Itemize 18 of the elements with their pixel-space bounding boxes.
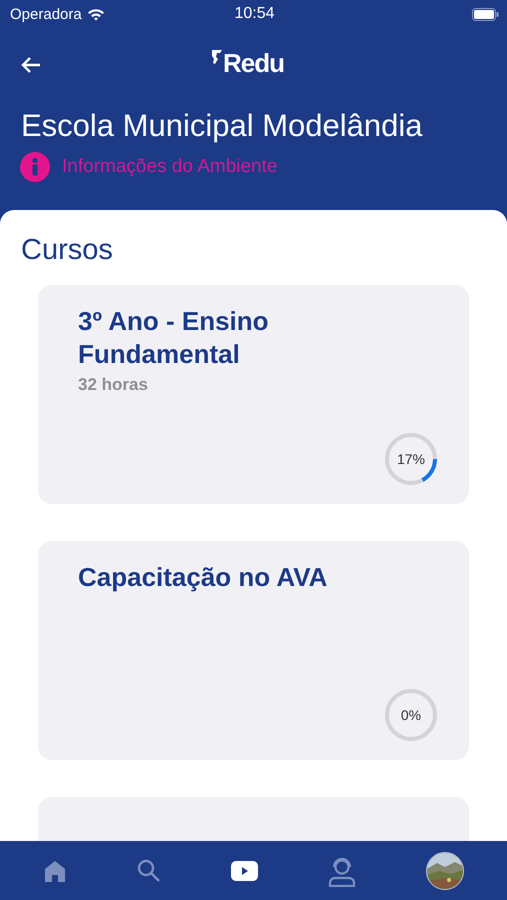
course-title: 3º Ano - Ensino Fundamental bbox=[78, 305, 270, 371]
profile-tab[interactable] bbox=[424, 850, 466, 892]
battery-icon bbox=[472, 8, 499, 20]
wifi-icon bbox=[86, 8, 105, 20]
page-title: Escola Municipal Modelândia bbox=[21, 108, 424, 144]
logo-text: Redu bbox=[223, 48, 284, 79]
info-icon bbox=[20, 152, 50, 182]
clock-time: 10:54 bbox=[234, 5, 275, 23]
course-title: Capacitação no AVA bbox=[78, 561, 328, 594]
carrier-name: Operadora bbox=[10, 6, 82, 22]
progress-reading: 17% bbox=[396, 451, 426, 467]
section-title: Cursos bbox=[21, 234, 114, 267]
course-card[interactable]: 3º Ano - Ensino Fundamental 32 horas 17% bbox=[38, 285, 469, 504]
play-icon[interactable] bbox=[228, 858, 260, 882]
course-card[interactable]: Capacitação no AVA 0% bbox=[38, 541, 469, 760]
course-hours: 32 horas bbox=[78, 375, 149, 395]
progress-reading: 0% bbox=[400, 707, 422, 723]
logo-icon bbox=[211, 48, 223, 66]
